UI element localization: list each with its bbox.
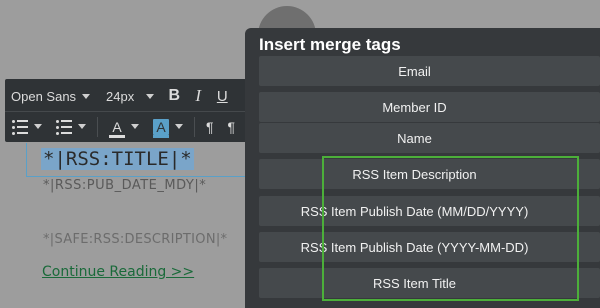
text-format-toolbar: Open Sans 24px B I U A A ¶ ¶ bbox=[5, 79, 255, 142]
font-family-value: Open Sans bbox=[11, 88, 77, 104]
text-color-button[interactable]: A bbox=[102, 112, 146, 141]
chevron-down-icon bbox=[82, 93, 91, 99]
highlight-color-icon: A bbox=[153, 118, 169, 138]
toolbar-row-2: A A ¶ ¶ bbox=[5, 111, 255, 141]
merge-tag-email[interactable]: Email bbox=[259, 56, 600, 86]
chevron-down-icon bbox=[175, 124, 183, 129]
merge-tag-name[interactable]: Name bbox=[259, 123, 600, 153]
toolbar-row-1: Open Sans 24px B I U bbox=[5, 81, 255, 111]
font-size-value: 24px bbox=[106, 88, 135, 104]
chevron-down-icon bbox=[34, 124, 42, 129]
font-size-select[interactable]: 24px bbox=[100, 81, 160, 111]
underline-button[interactable]: U bbox=[210, 81, 234, 111]
paragraph-ltr-button[interactable]: ¶ bbox=[199, 112, 221, 141]
rss-tags-highlight-box bbox=[322, 156, 579, 301]
continue-reading-link[interactable]: Continue Reading >> bbox=[42, 264, 194, 280]
italic-button[interactable]: I bbox=[186, 81, 210, 111]
rss-title-merge-tag[interactable]: *|RSS:TITLE|* bbox=[41, 148, 194, 170]
chevron-down-icon bbox=[146, 93, 155, 99]
rss-description-merge-tag[interactable]: *|SAFE:RSS:DESCRIPTION|* bbox=[43, 232, 227, 247]
paragraph-ltr-icon: ¶ bbox=[206, 118, 214, 135]
rss-title-text: *|RSS:TITLE|* bbox=[41, 148, 194, 170]
toolbar-divider bbox=[194, 116, 195, 137]
paragraph-rtl-button[interactable]: ¶ bbox=[221, 112, 243, 141]
font-family-select[interactable]: Open Sans bbox=[5, 81, 96, 111]
bullet-list-button[interactable] bbox=[49, 112, 93, 141]
modal-title: Insert merge tags bbox=[259, 35, 401, 54]
chevron-down-icon bbox=[78, 124, 86, 129]
ordered-list-icon bbox=[12, 119, 28, 135]
paragraph-rtl-icon: ¶ bbox=[227, 118, 236, 135]
highlight-color-button[interactable]: A bbox=[146, 112, 190, 141]
merge-tag-member-id[interactable]: Member ID bbox=[259, 92, 600, 122]
rss-pub-date-merge-tag[interactable]: *|RSS:PUB_DATE_MDY|* bbox=[43, 178, 206, 193]
bullet-list-icon bbox=[56, 119, 72, 135]
ordered-list-button[interactable] bbox=[5, 112, 49, 141]
text-color-icon: A bbox=[109, 119, 125, 138]
bold-button[interactable]: B bbox=[162, 81, 186, 111]
toolbar-divider bbox=[97, 116, 98, 137]
chevron-down-icon bbox=[131, 124, 139, 129]
